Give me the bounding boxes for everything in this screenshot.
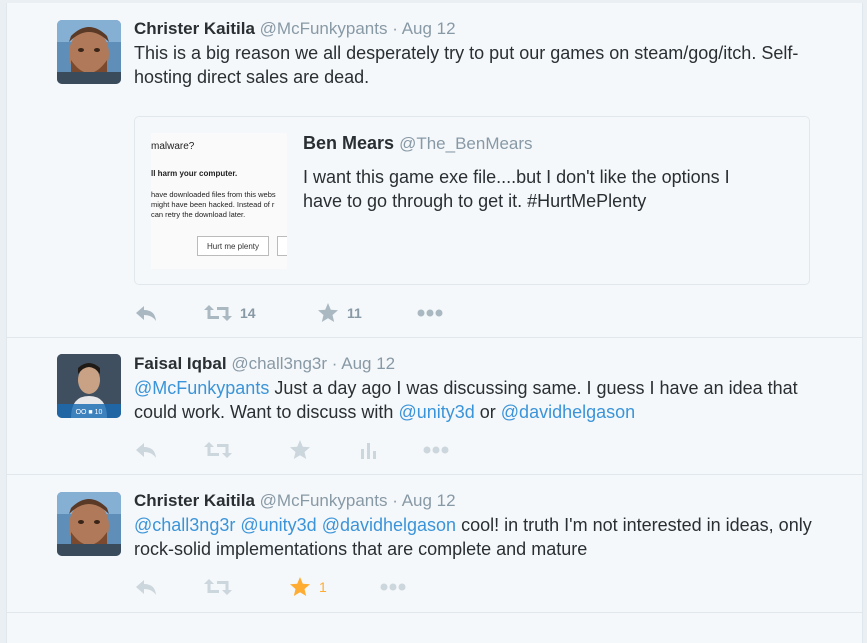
tweet[interactable]: Christer Kaitila @McFunkypants · Aug 12 … [7,3,862,338]
author-handle[interactable]: @McFunkypants [260,491,388,510]
avatar[interactable] [57,492,121,556]
image-text: ll harm your computer. [151,169,238,178]
quoted-tweet-image[interactable]: malware? ll harm your computer. have dow… [151,133,287,269]
retweet-button[interactable] [204,438,232,462]
quoted-author-handle[interactable]: @The_BenMears [399,134,533,153]
retweet-count: 14 [240,305,256,321]
star-icon [290,577,310,596]
author-name[interactable]: Christer Kaitila [134,491,255,510]
image-text: malware? [151,141,195,152]
reply-icon [136,580,156,595]
quoted-tweet-header: Ben Mears @The_BenMears [303,133,533,154]
tweet[interactable]: Christer Kaitila @McFunkypants · Aug 12 … [7,475,862,613]
mention-link[interactable]: @unity3d [398,402,474,422]
reply-button[interactable] [134,575,158,599]
mention-link[interactable]: @davidhelgason [322,515,456,535]
mention-link[interactable]: @davidhelgason [501,402,635,422]
quoted-author-name[interactable]: Ben Mears [303,133,394,153]
tweet-text: @McFunkypants Just a day ago I was discu… [134,376,824,424]
tweet-text: @chall3ng3r @unity3d @davidhelgason cool… [134,513,824,561]
reply-button[interactable] [134,301,158,325]
bar-chart-icon [361,443,376,459]
mention-link[interactable]: @McFunkypants [134,378,269,398]
text-segment: or [474,402,501,422]
retweet-icon [204,442,232,458]
tweet[interactable]: OO ■ 10 Faisal Iqbal @chall3ng3r · Aug 1… [7,338,862,475]
mention-link[interactable]: @unity3d [240,515,316,535]
image-button-partial [277,236,287,256]
more-icon [417,309,443,317]
favorite-count: 1 [319,579,327,595]
more-button[interactable] [380,575,406,599]
retweet-button[interactable] [204,575,232,599]
image-text: have downloaded files from this webs [151,190,276,199]
avatar[interactable]: OO ■ 10 [57,354,121,418]
more-button[interactable] [417,301,443,325]
tweet-header: Faisal Iqbal @chall3ng3r · Aug 12 [134,354,395,374]
star-icon [318,303,338,322]
timestamp[interactable]: Aug 12 [402,19,456,38]
favorite-button[interactable]: 1 [289,575,327,599]
image-text: can retry the download later. [151,210,246,219]
tweet-header: Christer Kaitila @McFunkypants · Aug 12 [134,491,456,511]
author-name[interactable]: Christer Kaitila [134,19,255,38]
more-icon [423,446,449,454]
author-handle[interactable]: @chall3ng3r [231,354,327,373]
retweet-icon [204,579,232,595]
author-handle[interactable]: @McFunkypants [260,19,388,38]
avatar[interactable] [57,20,121,84]
avatar-caption: OO ■ 10 [76,409,103,416]
tweet-header: Christer Kaitila @McFunkypants · Aug 12 [134,19,456,39]
retweet-icon [204,305,232,321]
analytics-button[interactable] [360,438,378,462]
more-button[interactable] [423,438,449,462]
reply-icon [136,306,156,321]
timestamp[interactable]: Aug 12 [402,491,456,510]
image-button: Hurt me plenty [197,236,269,256]
retweet-button[interactable]: 14 [204,301,256,325]
quoted-tweet[interactable]: malware? ll harm your computer. have dow… [134,116,810,285]
separator: · [392,19,398,38]
favorite-button[interactable] [289,438,311,462]
favorite-count: 11 [347,305,362,321]
reply-button[interactable] [134,438,158,462]
timestamp[interactable]: Aug 12 [341,354,395,373]
favorite-button[interactable]: 11 [317,301,362,325]
tweet-text: This is a big reason we all desperately … [134,43,799,87]
star-icon [290,440,310,459]
more-icon [380,583,406,591]
author-name[interactable]: Faisal Iqbal [134,354,227,373]
reply-icon [136,443,156,458]
separator: · [392,491,398,510]
separator: · [331,354,338,373]
image-text: might have been hacked. Instead of r [151,200,275,209]
quoted-tweet-text: I want this game exe file....but I don't… [303,167,730,211]
mention-link[interactable]: @chall3ng3r [134,515,235,535]
timeline: Christer Kaitila @McFunkypants · Aug 12 … [6,3,863,643]
